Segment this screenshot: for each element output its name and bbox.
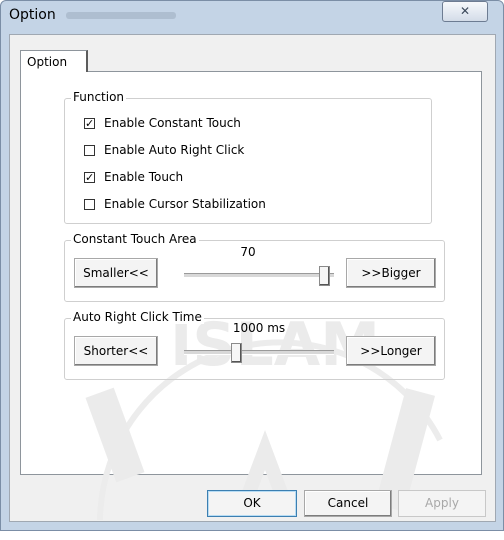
slider-thumb[interactable] xyxy=(231,343,242,363)
cancel-button[interactable]: Cancel xyxy=(304,490,392,517)
auto-right-click-time-title: Auto Right Click Time xyxy=(71,310,204,324)
apply-button[interactable]: Apply xyxy=(398,490,486,517)
checkbox-enable-touch[interactable]: ✓ Enable Touch xyxy=(84,169,183,185)
close-icon: ✕ xyxy=(459,4,471,18)
window-title: Option xyxy=(9,7,56,23)
slider-track xyxy=(184,273,334,278)
auto-right-click-slider[interactable] xyxy=(184,343,334,365)
longer-button[interactable]: >>Longer xyxy=(346,336,436,366)
function-group-title: Function xyxy=(71,90,127,104)
checkbox-label: Enable Touch xyxy=(104,170,184,184)
checkbox-box[interactable] xyxy=(84,198,95,210)
checkbox-label: Enable Constant Touch xyxy=(104,116,241,130)
shorter-button-label: Shorter<< xyxy=(83,344,149,358)
longer-button-label: >>Longer xyxy=(360,344,422,358)
bigger-button[interactable]: >>Bigger xyxy=(346,258,436,288)
constant-touch-value: 70 xyxy=(240,245,256,259)
checkbox-enable-constant-touch[interactable]: ✓ Enable Constant Touch xyxy=(84,115,241,131)
checkbox-box[interactable]: ✓ xyxy=(84,171,95,183)
ok-button[interactable]: OK xyxy=(207,490,297,517)
checkbox-box[interactable] xyxy=(84,144,95,156)
checkbox-box[interactable]: ✓ xyxy=(84,117,95,129)
smaller-button-label: Smaller<< xyxy=(83,266,149,280)
constant-touch-area-title: Constant Touch Area xyxy=(71,232,199,246)
checkbox-label: Enable Cursor Stabilization xyxy=(104,197,266,211)
cancel-button-label: Cancel xyxy=(327,496,369,510)
slider-thumb[interactable] xyxy=(319,266,330,286)
checkbox-label: Enable Auto Right Click xyxy=(104,143,245,157)
checkbox-enable-auto-right-click[interactable]: Enable Auto Right Click xyxy=(84,142,244,158)
auto-right-click-value: 1000 ms xyxy=(232,321,286,335)
shorter-button[interactable]: Shorter<< xyxy=(74,336,158,366)
slider-track xyxy=(184,350,334,355)
tab-option-label: Option xyxy=(27,55,68,69)
title-bar[interactable]: Option ✕ xyxy=(0,0,502,34)
apply-button-label: Apply xyxy=(425,496,459,510)
close-button[interactable]: ✕ xyxy=(442,1,488,22)
checkbox-enable-cursor-stabilization[interactable]: Enable Cursor Stabilization xyxy=(84,196,266,212)
ok-button-label: OK xyxy=(243,496,261,510)
tab-option[interactable]: Option xyxy=(20,50,88,72)
title-blurred-app-name xyxy=(66,12,176,19)
constant-touch-slider[interactable] xyxy=(184,266,334,288)
bigger-button-label: >>Bigger xyxy=(361,266,421,280)
smaller-button[interactable]: Smaller<< xyxy=(74,258,158,288)
